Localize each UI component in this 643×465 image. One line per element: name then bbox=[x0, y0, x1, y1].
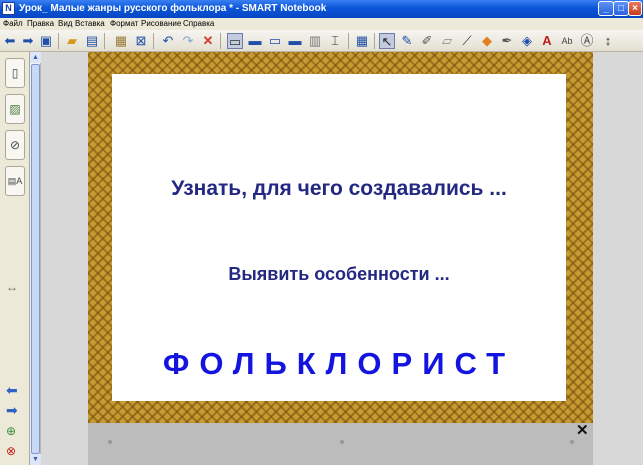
close-icon[interactable]: ✕ bbox=[576, 421, 589, 439]
menu-file[interactable]: Файл bbox=[3, 19, 23, 28]
menu-bar: Файл Правка Вид Вставка Формат Рисование… bbox=[0, 18, 643, 30]
scroll-up-icon[interactable]: ▲ bbox=[30, 52, 41, 63]
add-page-icon[interactable]: ▣ bbox=[38, 33, 54, 49]
previous-page-icon[interactable]: ⬅ bbox=[6, 382, 18, 399]
display-icon[interactable]: ▬ bbox=[287, 33, 303, 49]
fill-icon[interactable]: ◈ bbox=[519, 33, 535, 49]
toolbar-move-icon[interactable]: ↕ bbox=[600, 33, 616, 49]
delete-icon[interactable]: ✕ bbox=[200, 33, 216, 49]
save-icon[interactable]: ▤ bbox=[84, 33, 100, 49]
back-icon[interactable]: ⬅ bbox=[2, 33, 18, 49]
slide-text-features[interactable]: Выявить особенности ... bbox=[112, 264, 566, 285]
magic-pen-icon[interactable]: ✒ bbox=[499, 33, 515, 49]
vertical-scrollbar[interactable]: ▲ ▼ bbox=[30, 52, 41, 465]
text-style-icon[interactable]: Ab bbox=[559, 33, 575, 49]
handle-dot bbox=[108, 440, 112, 444]
menu-view[interactable]: Вид bbox=[58, 19, 72, 28]
handle-dot bbox=[570, 440, 574, 444]
undo-icon[interactable]: ↶ bbox=[160, 33, 176, 49]
smart-notebook-app-icon[interactable]: N bbox=[2, 2, 15, 15]
close-button[interactable]: × bbox=[628, 1, 642, 16]
slide-page: Узнать, для чего создавались ... Выявить… bbox=[112, 74, 566, 401]
main-toolbar: ⬅ ➡ ▣ ▰ ▤ ▦ ⊠ ↶ ↷ ✕ ▭ ▬ ▭ ▬ ▥ ⌶ ▦ ↖ ✎ ✐ … bbox=[0, 30, 643, 52]
redo-icon[interactable]: ↷ bbox=[180, 33, 196, 49]
open-folder-icon[interactable]: ▰ bbox=[64, 33, 80, 49]
slide-text-folklorist[interactable]: ФОЛЬКЛОРИСТ bbox=[112, 346, 566, 382]
menu-format[interactable]: Формат bbox=[110, 19, 138, 28]
toolbar-separator bbox=[374, 33, 375, 49]
capture-icon[interactable]: ⌶ bbox=[327, 33, 343, 49]
maximize-button[interactable]: □ bbox=[613, 1, 629, 16]
menu-draw[interactable]: Рисование bbox=[141, 19, 181, 28]
menu-insert[interactable]: Вставка bbox=[75, 19, 105, 28]
menu-edit[interactable]: Правка bbox=[27, 19, 54, 28]
creative-pen-icon[interactable]: ✐ bbox=[419, 33, 435, 49]
dual-page-icon[interactable]: ▭ bbox=[267, 33, 283, 49]
add-page-icon[interactable]: ⊕ bbox=[6, 424, 16, 438]
handle-dot bbox=[340, 440, 344, 444]
line-icon[interactable]: ⟋ bbox=[459, 33, 475, 49]
gallery-icon[interactable]: ▨ bbox=[5, 94, 25, 124]
toolbar-separator bbox=[104, 33, 105, 49]
window-title: Урок_ Малые жанры русского фольклора * -… bbox=[19, 3, 327, 14]
toolbar-separator bbox=[348, 33, 349, 49]
side-tab-bar: ▯ ▨ ⊘ ▤A ↔ ⬅ ➡ ⊕ ⊗ bbox=[0, 52, 30, 465]
shape-icon[interactable]: ◆ bbox=[479, 33, 495, 49]
pen-icon[interactable]: ✎ bbox=[399, 33, 415, 49]
eraser-icon[interactable]: ▱ bbox=[439, 33, 455, 49]
toolbar-separator bbox=[153, 33, 154, 49]
delete-page-icon[interactable]: ⊠ bbox=[133, 33, 149, 49]
properties-icon[interactable]: ▤A bbox=[5, 166, 25, 196]
paste-icon[interactable]: ▦ bbox=[113, 33, 129, 49]
minimize-button[interactable]: _ bbox=[598, 1, 614, 16]
sidebar-resize-icon[interactable]: ↔ bbox=[6, 280, 18, 294]
toolbar-separator bbox=[58, 33, 59, 49]
select-icon[interactable]: ↖ bbox=[379, 33, 395, 49]
screen-shade-icon[interactable]: ▭ bbox=[227, 33, 243, 49]
text-icon[interactable]: A bbox=[539, 33, 555, 49]
attachments-icon[interactable]: ⊘ bbox=[5, 130, 25, 160]
page-sorter-icon[interactable]: ▯ bbox=[5, 58, 25, 88]
slide-text-purpose[interactable]: Узнать, для чего создавались ... bbox=[112, 177, 566, 201]
document-camera-icon[interactable]: ▥ bbox=[307, 33, 323, 49]
delete-page-icon[interactable]: ⊗ bbox=[6, 444, 16, 458]
properties-icon[interactable]: Ⓐ bbox=[579, 33, 595, 49]
full-screen-icon[interactable]: ▬ bbox=[247, 33, 263, 49]
menu-help[interactable]: Справка bbox=[183, 19, 214, 28]
scroll-down-icon[interactable]: ▼ bbox=[30, 454, 41, 465]
forward-icon[interactable]: ➡ bbox=[20, 33, 36, 49]
toolbar-separator bbox=[220, 33, 221, 49]
title-bar: N Урок_ Малые жанры русского фольклора *… bbox=[0, 0, 643, 18]
page-bottom-area bbox=[88, 423, 593, 465]
scrollbar-thumb[interactable] bbox=[31, 64, 40, 454]
table-icon[interactable]: ▦ bbox=[354, 33, 370, 49]
next-page-icon[interactable]: ➡ bbox=[6, 402, 18, 419]
